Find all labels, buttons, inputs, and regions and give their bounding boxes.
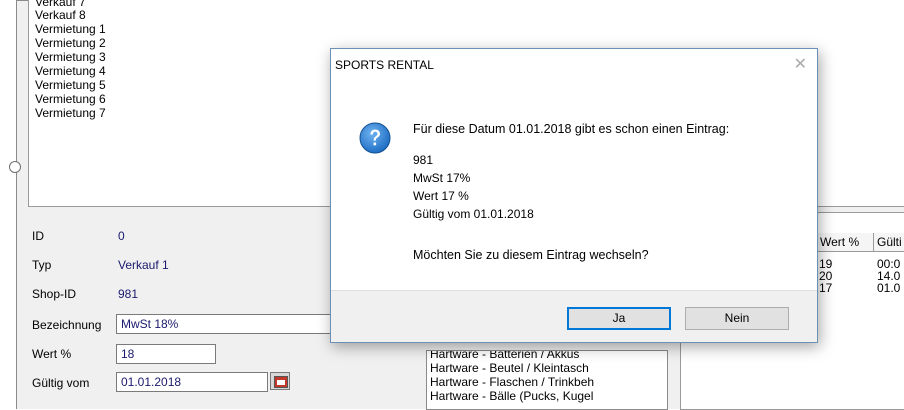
list-item[interactable]: Vermietung 6 [35,93,106,106]
id-label: ID [32,229,44,243]
dialog-footer: Ja Nein [331,290,817,342]
list-item[interactable]: Verkauf 8 [35,9,86,22]
grid-cell[interactable]: 01.0 [877,282,900,294]
dialog-detail-line: 981 [413,153,434,167]
column-header-wert[interactable]: Wert % [817,233,874,252]
column-header-gueltig[interactable]: Gülti [874,233,904,252]
list-item[interactable]: Hartware - Beutel / Kleintasch [430,362,589,375]
list-item[interactable]: Hartware - Bälle (Pucks, Kugel [430,390,593,403]
shop-id-value: 981 [118,287,139,301]
dialog-detail-line: MwSt 17% [413,171,471,185]
list-item[interactable]: Hartware - Flaschen / Trinkbeh [430,376,594,389]
list-item[interactable]: Vermietung 5 [35,79,106,92]
wert-input[interactable]: 18 [116,344,216,364]
dialog-detail-line: Gültig vom 01.01.2018 [413,207,534,221]
gueltig-input[interactable]: 01.01.2018 [116,372,268,392]
dialog-detail-line: Wert 17 % [413,189,469,203]
dialog-message: Für diese Datum 01.01.2018 gibt es schon… [413,122,730,136]
list-item[interactable]: Vermietung 2 [35,37,106,50]
list-item[interactable]: Vermietung 1 [35,23,106,36]
gueltig-label: Gültig vom [32,376,90,390]
message-dialog: SPORTS RENTAL ✕ Für diese Datum 01.01.20… [330,48,818,343]
typ-label: Typ [32,258,52,272]
close-icon[interactable]: ✕ [794,54,807,74]
bezeichnung-label: Bezeichnung [32,318,102,332]
grid-header: Wert % Gülti [817,233,904,252]
list-item[interactable]: Vermietung 4 [35,65,106,78]
wert-label: Wert % [32,347,72,361]
dialog-question: Möchten Sie zu diesem Eintrag wechseln? [413,248,649,262]
yes-button[interactable]: Ja [567,307,671,330]
calendar-icon[interactable] [270,372,290,390]
id-value: 0 [118,229,125,243]
resize-handle[interactable] [9,161,21,173]
dialog-titlebar: SPORTS RENTAL ✕ [331,49,817,79]
dialog-title: SPORTS RENTAL [335,58,434,72]
shop-id-label: Shop-ID [32,287,77,301]
grid-cell[interactable]: 17 [819,282,832,294]
category-listbox[interactable]: Hartware - Batterien / Akkus Hartware - … [426,350,668,410]
list-item[interactable]: Hartware - Batterien / Akkus [430,351,579,361]
question-icon [359,122,391,154]
list-item[interactable]: Vermietung 3 [35,51,106,64]
typ-value: Verkauf 1 [118,258,169,272]
bezeichnung-input[interactable]: MwSt 18% [116,314,332,334]
no-button[interactable]: Nein [685,307,789,330]
list-item[interactable]: Vermietung 7 [35,107,106,120]
